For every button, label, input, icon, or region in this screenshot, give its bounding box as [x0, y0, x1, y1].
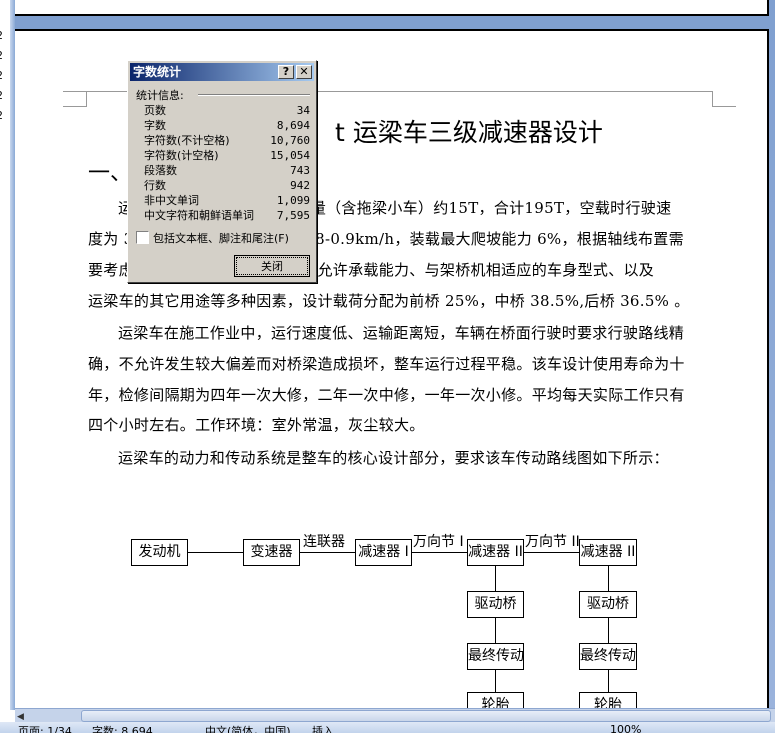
previous-page — [15, 0, 769, 16]
paragraph-line: 年，检修间隔期为四年一次大修，二年一次中修，一年一次小修。平均每天实际工作只有 — [88, 386, 685, 404]
paragraph-line: 四个小时左右。工作环境：室外常温，灰尘较大。 — [88, 416, 425, 434]
flow-box-engine: 发动机 — [131, 539, 188, 566]
status-page[interactable]: 页面: 1/34 — [18, 723, 72, 733]
flow-box-final-drive: 最终传动 — [579, 643, 637, 670]
strip-text: 2 — [0, 66, 10, 86]
paragraph-line: 运梁车的动力和传动系统是整车的核心设计部分，要求该车传动路线图如下所示： — [118, 449, 669, 467]
stat-row: 字符数(计空格) 15,054 — [144, 149, 310, 162]
paragraph-line: 运梁车在施工作业中，运行速度低、运输距离短，车辆在桥面行驶时要求行驶路线精 — [118, 324, 685, 342]
flow-box-reducer-1: 减速器 I — [355, 539, 412, 566]
status-bar: 页面: 1/34 字数: 8,694 中文(简体，中国) 插入 100% — [0, 722, 775, 733]
flow-box-reducer-2b: 减速器 II — [579, 539, 637, 566]
status-words[interactable]: 字数: 8,694 — [92, 723, 153, 733]
stat-row: 页数 34 — [144, 104, 310, 117]
flow-box-drive-axle: 驱动桥 — [579, 591, 637, 618]
paragraph-line: 运梁车的其它用途等多种因素，设计载荷分配为前桥 25%，中桥 38.5%,后桥 … — [88, 292, 690, 310]
stat-row: 段落数 743 — [144, 164, 310, 177]
help-button[interactable]: ? — [278, 65, 294, 79]
paragraph-line: 确，不允许发生较大偏差而对桥梁造成损坏，整车运行过程平稳。该车设计使用寿命为十 — [88, 355, 685, 373]
divider — [198, 94, 310, 96]
flow-box-drive-axle: 驱动桥 — [467, 591, 524, 618]
arrow — [300, 552, 355, 553]
strip-text: 2 — [0, 26, 10, 46]
arrow — [524, 552, 579, 553]
flow-box-reducer-2: 减速器 II — [467, 539, 524, 566]
stat-row: 行数 942 — [144, 179, 310, 192]
close-button[interactable]: 关闭 — [234, 255, 310, 277]
stat-row: 字数 8,694 — [144, 119, 310, 132]
include-textbox-label[interactable]: 包括文本框、脚注和尾注(F) — [153, 230, 289, 246]
strip-text: 2 — [0, 86, 10, 106]
dialog-titlebar[interactable]: 字数统计 ? ✕ — [130, 63, 314, 81]
stat-row: 字符数(不计空格) 10,760 — [144, 134, 310, 147]
status-language[interactable]: 中文(简体，中国) — [205, 723, 291, 733]
word-count-dialog: 字数统计 ? ✕ 统计信息: 页数 34 字数 8,694 字符数(不计空格) 10,… — [127, 60, 317, 283]
status-zoom[interactable]: 100% — [610, 723, 641, 733]
scroll-left-icon[interactable]: ◀ — [17, 712, 24, 722]
stat-row: 非中文单词 1,099 — [144, 194, 310, 207]
close-icon[interactable]: ✕ — [296, 65, 312, 79]
document-title: t 运梁车三级减速器设计 — [335, 118, 603, 147]
stats-group-label: 统计信息: — [136, 89, 184, 102]
flow-label-ujoint-2: 万向节 II — [525, 534, 580, 550]
strip-text: 2 — [0, 106, 10, 126]
dialog-title: 字数统计 — [133, 65, 182, 79]
flow-box-gearbox: 变速器 — [243, 539, 300, 566]
strip-text: 2 — [0, 46, 10, 66]
section-heading: 一、 — [88, 161, 133, 186]
arrow — [412, 552, 467, 553]
stat-row: 中文字符和朝鲜语单词 7,595 — [144, 209, 310, 222]
status-mode[interactable]: 插入 — [312, 723, 334, 733]
include-textbox-checkbox[interactable] — [136, 231, 149, 244]
flow-label-coupler: 连联器 — [303, 534, 345, 550]
background-window-strip: 2 2 2 2 2 — [0, 0, 10, 710]
arrow — [188, 552, 243, 553]
horizontal-scrollbar[interactable]: ◀ — [15, 708, 775, 723]
scroll-thumb[interactable] — [81, 710, 771, 722]
flow-label-ujoint-1: 万向节 I — [413, 534, 464, 550]
flow-box-final-drive: 最终传动 — [467, 643, 524, 670]
